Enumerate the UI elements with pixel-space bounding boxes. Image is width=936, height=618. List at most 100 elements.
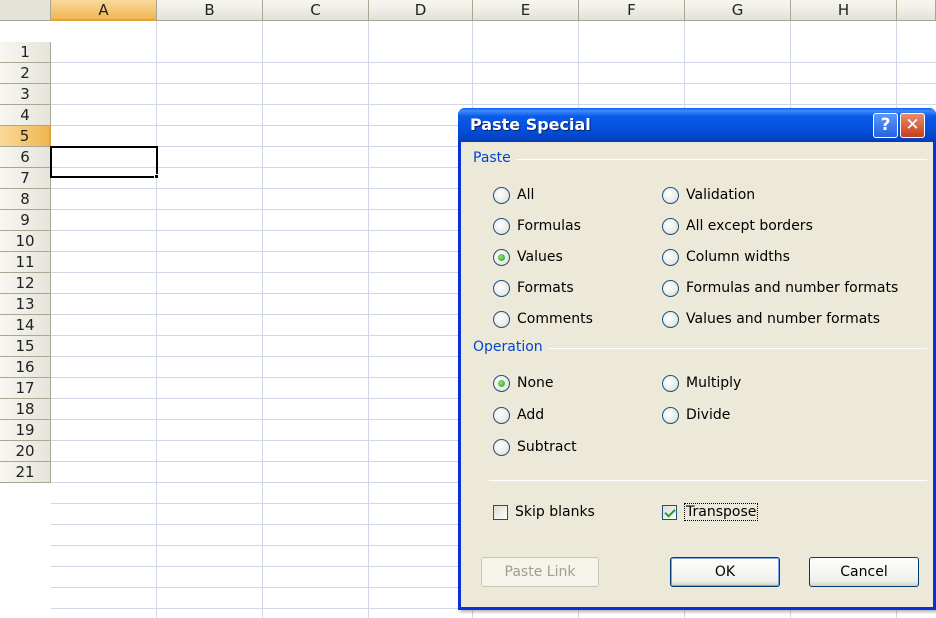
- column-header-a[interactable]: A: [51, 0, 157, 21]
- paste-option-validation[interactable]: Validation: [662, 185, 755, 205]
- radio-divide[interactable]: [662, 406, 679, 424]
- paste-option-all[interactable]: All: [493, 185, 534, 205]
- column-header-c[interactable]: C: [263, 0, 369, 21]
- radio-formulas-number-formats[interactable]: [662, 279, 679, 297]
- row-header-7[interactable]: 7: [0, 168, 51, 189]
- row-header-11[interactable]: 11: [0, 252, 51, 273]
- skip-blanks-label: Skip blanks: [515, 504, 595, 520]
- row-header-13[interactable]: 13: [0, 294, 51, 315]
- column-header-h[interactable]: H: [791, 0, 897, 21]
- row-header-17[interactable]: 17: [0, 378, 51, 399]
- separator: [489, 480, 927, 481]
- row-header-2[interactable]: 2: [0, 63, 51, 84]
- paste-option-formulas-number-formats[interactable]: Formulas and number formats: [662, 278, 898, 298]
- skip-blanks-checkbox-row[interactable]: Skip blanks: [493, 502, 595, 522]
- paste-option-label: Column widths: [686, 249, 790, 265]
- fill-handle[interactable]: [154, 174, 159, 179]
- column-header-e[interactable]: E: [473, 0, 579, 21]
- row-header-9[interactable]: 9: [0, 210, 51, 231]
- operation-option-label: Add: [517, 407, 545, 423]
- row-header-21[interactable]: 21: [0, 462, 51, 483]
- row-header-5[interactable]: 5: [0, 126, 51, 147]
- column-header-f[interactable]: F: [579, 0, 685, 21]
- row-header-20[interactable]: 20: [0, 441, 51, 462]
- row-header-4[interactable]: 4: [0, 105, 51, 126]
- operation-option-label: Multiply: [686, 375, 742, 391]
- paste-option-label: All except borders: [686, 218, 813, 234]
- operation-option-divide[interactable]: Divide: [662, 405, 730, 425]
- paste-option-values[interactable]: Values: [493, 247, 563, 267]
- group-divider: [473, 159, 927, 160]
- paste-option-formats[interactable]: Formats: [493, 278, 574, 298]
- dialog-titlebar[interactable]: Paste Special ? ✕: [458, 108, 936, 142]
- row-header-8[interactable]: 8: [0, 189, 51, 210]
- operation-option-add[interactable]: Add: [493, 405, 544, 425]
- column-header-d[interactable]: D: [369, 0, 473, 21]
- row-header-1[interactable]: 1: [0, 42, 51, 63]
- paste-option-all-except-borders[interactable]: All except borders: [662, 216, 813, 236]
- radio-values-number-formats[interactable]: [662, 310, 679, 328]
- row-header-10[interactable]: 10: [0, 231, 51, 252]
- close-icon[interactable]: ✕: [900, 113, 925, 138]
- operation-option-label: Divide: [686, 407, 731, 423]
- radio-formulas[interactable]: [493, 217, 510, 235]
- radio-formats[interactable]: [493, 279, 510, 297]
- row-header-6[interactable]: 6: [0, 147, 51, 168]
- paste-option-label: Comments: [517, 311, 593, 327]
- transpose-checkbox[interactable]: [662, 504, 677, 520]
- row-header-12[interactable]: 12: [0, 273, 51, 294]
- help-icon[interactable]: ?: [873, 113, 898, 138]
- gridline: [368, 21, 369, 618]
- paste-option-column-widths[interactable]: Column widths: [662, 247, 790, 267]
- operation-option-label: Subtract: [517, 439, 577, 455]
- paste-option-label: Validation: [686, 187, 756, 203]
- radio-values[interactable]: [493, 248, 510, 266]
- row-header-3[interactable]: 3: [0, 84, 51, 105]
- paste-option-label: All: [517, 187, 535, 203]
- column-header-i-partial[interactable]: [897, 0, 936, 21]
- operation-option-subtract[interactable]: Subtract: [493, 437, 577, 457]
- radio-all-except-borders[interactable]: [662, 217, 679, 235]
- operation-option-label: None: [517, 375, 554, 391]
- operation-option-none[interactable]: None: [493, 373, 554, 393]
- paste-option-label: Values and number formats: [686, 311, 881, 327]
- radio-subtract[interactable]: [493, 438, 510, 456]
- radio-none[interactable]: [493, 374, 510, 392]
- row-header-19[interactable]: 19: [0, 420, 51, 441]
- column-header-b[interactable]: B: [157, 0, 263, 21]
- dialog-body: Paste All Formulas Values Formats Commen…: [461, 142, 933, 607]
- gridline: [156, 21, 157, 618]
- radio-comments[interactable]: [493, 310, 510, 328]
- radio-validation[interactable]: [662, 186, 679, 204]
- row-header-15[interactable]: 15: [0, 336, 51, 357]
- paste-link-button[interactable]: Paste Link: [481, 557, 599, 587]
- cancel-button[interactable]: Cancel: [809, 557, 919, 587]
- paste-option-comments[interactable]: Comments: [493, 309, 593, 329]
- transpose-checkbox-row[interactable]: Transpose: [662, 502, 759, 522]
- ok-button[interactable]: OK: [670, 557, 780, 587]
- active-cell-a5[interactable]: [50, 146, 158, 178]
- transpose-label: Transpose: [684, 503, 759, 521]
- paste-option-label: Formulas: [517, 218, 581, 234]
- operation-option-multiply[interactable]: Multiply: [662, 373, 741, 393]
- row-header-14[interactable]: 14: [0, 315, 51, 336]
- radio-multiply[interactable]: [662, 374, 679, 392]
- gridline: [51, 83, 936, 84]
- dialog-title: Paste Special: [470, 115, 591, 134]
- row-header-16[interactable]: 16: [0, 357, 51, 378]
- column-header-g[interactable]: G: [685, 0, 791, 21]
- paste-option-label: Formulas and number formats: [686, 280, 899, 296]
- gridline: [51, 104, 936, 105]
- radio-add[interactable]: [493, 406, 510, 424]
- gridline: [262, 21, 263, 618]
- radio-column-widths[interactable]: [662, 248, 679, 266]
- paste-option-values-number-formats[interactable]: Values and number formats: [662, 309, 880, 329]
- operation-group-label: Operation: [473, 339, 549, 355]
- skip-blanks-checkbox[interactable]: [493, 504, 508, 520]
- row-header-18[interactable]: 18: [0, 399, 51, 420]
- paste-option-label: Formats: [517, 280, 574, 296]
- radio-all[interactable]: [493, 186, 510, 204]
- paste-special-dialog: Paste Special ? ✕ Paste All Formulas Val…: [458, 108, 936, 610]
- select-all-corner[interactable]: [0, 0, 51, 21]
- paste-option-formulas[interactable]: Formulas: [493, 216, 581, 236]
